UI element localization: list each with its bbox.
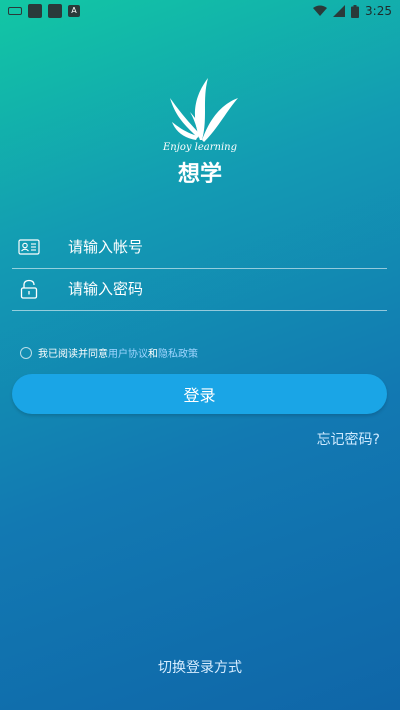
signal-icon	[333, 5, 346, 17]
status-time: 3:25	[365, 4, 392, 18]
account-field[interactable]	[12, 225, 387, 269]
password-field[interactable]	[12, 267, 387, 311]
login-button[interactable]: 登录	[12, 374, 387, 414]
app-icon	[28, 4, 42, 18]
user-agreement-link[interactable]: 用户协议	[108, 349, 148, 360]
logo-tagline: Enjoy learning	[162, 142, 238, 153]
wifi-icon	[313, 5, 328, 16]
agreement-row: 我已阅读并同意用户协议和隐私政策	[20, 345, 198, 360]
id-card-icon	[16, 234, 42, 260]
status-right: 3:25	[313, 4, 392, 18]
lock-icon	[16, 276, 42, 302]
keyboard-icon	[8, 7, 22, 15]
password-input[interactable]	[66, 278, 350, 299]
agreement-and: 和	[148, 349, 158, 360]
status-left: A	[8, 4, 80, 18]
a-icon: A	[68, 5, 80, 17]
agree-radio[interactable]	[20, 346, 32, 359]
switch-login-method-link[interactable]: 切换登录方式	[0, 657, 400, 677]
app-icon	[48, 4, 62, 18]
agreement-prefix: 我已阅读并同意	[38, 349, 108, 360]
battery-icon	[351, 4, 360, 18]
privacy-policy-link[interactable]: 隐私政策	[158, 349, 198, 360]
logo-name: 想学	[177, 162, 222, 187]
status-bar: A 3:25	[0, 0, 400, 22]
forgot-password-link[interactable]: 忘记密码?	[317, 429, 380, 449]
account-input[interactable]	[66, 236, 350, 257]
agreement-text: 我已阅读并同意用户协议和隐私政策	[38, 345, 198, 360]
